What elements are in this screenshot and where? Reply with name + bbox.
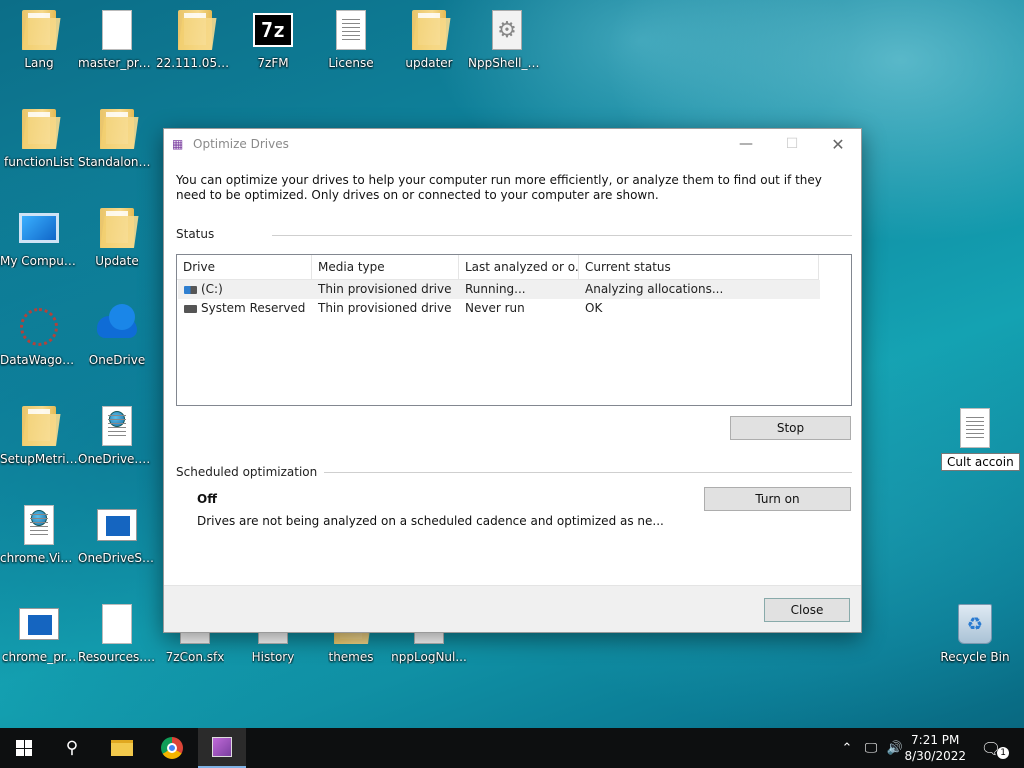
folder-icon	[22, 10, 56, 50]
window-title: Optimize Drives	[193, 137, 289, 151]
optimize-drives-dialog: ▦ Optimize Drives — ☐ ✕ You can optimize…	[163, 128, 862, 633]
desktop-icon-my-computer[interactable]: My Computer	[0, 198, 78, 290]
desktop-icon-onedrive-vi[interactable]: OneDrive.Vi...	[78, 396, 156, 488]
folder-icon	[111, 740, 133, 756]
desktop-icon-lang[interactable]: Lang	[0, 0, 78, 92]
desktop-icon-chrome-pr[interactable]: chrome_pr...	[0, 594, 78, 686]
close-button[interactable]: Close	[764, 598, 850, 622]
notification-center-button[interactable]: 🗨 1	[980, 728, 1010, 768]
volume-icon[interactable]: 🔊	[884, 728, 906, 768]
column-drive[interactable]: Drive	[177, 255, 312, 280]
media-cell: Thin provisioned drive	[318, 301, 452, 315]
web-file-icon	[24, 505, 54, 545]
desktop-icon-updater[interactable]: updater	[390, 0, 468, 92]
stop-button[interactable]: Stop	[730, 416, 851, 440]
file-icon	[102, 604, 132, 644]
minimize-button[interactable]: —	[723, 129, 769, 159]
column-last-analyzed[interactable]: Last analyzed or o...	[459, 255, 579, 280]
drive-icon	[184, 304, 197, 313]
notification-count: 1	[997, 747, 1010, 759]
desktop-icon-resources[interactable]: Resources.pri	[78, 594, 156, 686]
scheduled-section-label: Scheduled optimization	[176, 465, 318, 479]
table-row[interactable]: System Reserved Thin provisioned drive N…	[178, 299, 820, 318]
defrag-icon	[212, 737, 232, 757]
close-window-button[interactable]: ✕	[815, 129, 861, 159]
rename-label-cult-accoin[interactable]: Cult accoin	[941, 453, 1020, 471]
drives-list[interactable]: Drive Media type Last analyzed or o... C…	[176, 254, 852, 406]
desktop-icon-22-111[interactable]: 22.111.0522...	[156, 0, 234, 92]
cloud-icon	[97, 304, 137, 338]
app-window-icon	[19, 608, 59, 640]
folder-icon	[178, 10, 212, 50]
start-button[interactable]	[0, 728, 48, 768]
clock-time: 7:21 PM	[911, 733, 960, 747]
desktop-icon-onedrivesta[interactable]: OneDriveSta...	[78, 495, 156, 587]
taskbar: ⚲ ⌃ 🖵 🔊 7:21 PM 8/30/2022 🗨 1	[0, 728, 1024, 768]
text-file-icon	[960, 408, 990, 448]
desktop-icon-recycle-bin[interactable]: ♻ Recycle Bin	[936, 594, 1014, 686]
table-row[interactable]: (C:) Thin provisioned drive Running... A…	[178, 280, 820, 299]
dialog-footer: Close	[164, 585, 861, 632]
drive-cell: System Reserved	[184, 299, 305, 318]
computer-icon	[19, 213, 59, 243]
search-button[interactable]: ⚲	[48, 728, 96, 768]
folder-icon	[22, 109, 56, 149]
app-window-icon	[97, 509, 137, 541]
status-cell: Analyzing allocations...	[585, 282, 724, 296]
folder-icon	[100, 208, 134, 248]
scheduled-divider	[324, 472, 852, 473]
recycle-bin-icon: ♻	[958, 604, 992, 644]
file-icon	[102, 10, 132, 50]
desktop-icon-7zfm[interactable]: 7z 7zFM	[234, 0, 312, 92]
maximize-button[interactable]: ☐	[769, 129, 815, 159]
turn-on-button[interactable]: Turn on	[704, 487, 851, 511]
desktop-icon-cult-accoin[interactable]	[936, 398, 1014, 490]
desktop-icon-setupmetrics[interactable]: SetupMetrics	[0, 396, 78, 488]
dialog-description: You can optimize your drives to help you…	[176, 173, 822, 202]
web-file-icon	[102, 406, 132, 446]
desktop-icon-nppshell[interactable]: ⚙ NppShell_0...	[468, 0, 546, 92]
7zip-icon: 7z	[253, 13, 293, 47]
show-hidden-icons-chevron[interactable]: ⌃	[838, 728, 856, 768]
last-analyzed-cell: Never run	[465, 301, 525, 315]
folder-icon	[22, 406, 56, 446]
folder-icon	[412, 10, 446, 50]
text-file-icon	[336, 10, 366, 50]
desktop-icon-standalone[interactable]: Standalone...	[78, 99, 156, 191]
title-bar[interactable]: ▦ Optimize Drives — ☐ ✕	[164, 129, 861, 160]
clock-date: 8/30/2022	[904, 749, 966, 763]
windows-logo-icon	[16, 740, 32, 756]
media-cell: Thin provisioned drive	[318, 282, 452, 296]
scheduled-description: Drives are not being analyzed on a sched…	[197, 514, 664, 528]
folder-icon	[100, 109, 134, 149]
desktop-icon-functionlist[interactable]: functionList	[0, 99, 78, 191]
network-icon[interactable]: 🖵	[860, 728, 882, 768]
clock[interactable]: 7:21 PM 8/30/2022	[904, 732, 966, 764]
chrome-icon	[161, 737, 183, 759]
search-icon: ⚲	[65, 738, 79, 758]
taskbar-optimize-drives[interactable]	[198, 728, 246, 768]
taskbar-chrome[interactable]	[148, 728, 196, 768]
virus-icon	[20, 308, 58, 346]
status-section-label: Status	[176, 227, 215, 241]
desktop-icon-master-pref[interactable]: master_pref...	[78, 0, 156, 92]
status-cell: OK	[585, 301, 603, 315]
desktop-icon-onedrive[interactable]: OneDrive	[78, 297, 156, 389]
desktop-icon-license[interactable]: License	[312, 0, 390, 92]
last-analyzed-cell: Running...	[465, 282, 526, 296]
taskbar-file-explorer[interactable]	[98, 728, 146, 768]
column-current-status[interactable]: Current status	[579, 255, 819, 280]
defrag-icon: ▦	[172, 137, 184, 151]
gear-icon: ⚙	[492, 10, 522, 50]
list-header: Drive Media type Last analyzed or o... C…	[177, 255, 819, 280]
drive-cell: (C:)	[184, 280, 223, 299]
desktop-icon-update[interactable]: Update	[78, 198, 156, 290]
system-drive-icon	[184, 285, 197, 294]
status-divider	[272, 235, 852, 236]
desktop-icon-chrome-vis[interactable]: chrome.Vis...	[0, 495, 78, 587]
scheduled-state: Off	[197, 492, 217, 506]
desktop-icon-datawagon[interactable]: DataWagon...	[0, 297, 78, 389]
column-media-type[interactable]: Media type	[312, 255, 459, 280]
